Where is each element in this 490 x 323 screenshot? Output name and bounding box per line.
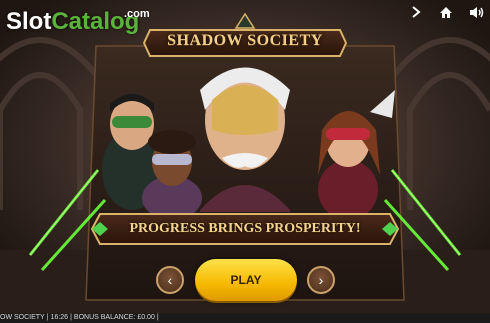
game-title-plate: SHADOW SOCIETY <box>150 26 340 56</box>
play-button[interactable]: PLAY <box>195 259 297 301</box>
home-icon[interactable] <box>438 4 454 20</box>
watermark-logo: Slot Catalog <box>6 8 139 36</box>
status-bar: OW SOCIETY | 16:26 | BONUS BALANCE: £0.00 | <box>0 313 490 323</box>
previous-button[interactable]: ‹ <box>156 266 184 294</box>
watermark-com: .com <box>124 8 150 20</box>
status-bonus-balance: BONUS BALANCE: £0.00 <box>73 314 155 321</box>
tagline: PROGRESS BRINGS PROSPERITY! <box>129 221 361 236</box>
watermark-slot: Slot <box>6 8 52 35</box>
status-time: 16:26 <box>50 314 69 321</box>
top-toolbar <box>408 4 484 20</box>
tagline-plate: PROGRESS BRINGS PROSPERITY! <box>93 212 397 246</box>
status-game-name: OW SOCIETY <box>0 314 45 321</box>
chevron-right-icon[interactable] <box>408 4 424 20</box>
slotcatalog-watermark: Slot Catalog .com <box>6 8 150 36</box>
status-separator: | <box>156 314 159 321</box>
next-button[interactable]: › <box>307 266 335 294</box>
status-separator: | <box>46 314 49 321</box>
game-title: SHADOW SOCIETY <box>167 32 323 49</box>
speaker-icon[interactable] <box>468 4 484 20</box>
